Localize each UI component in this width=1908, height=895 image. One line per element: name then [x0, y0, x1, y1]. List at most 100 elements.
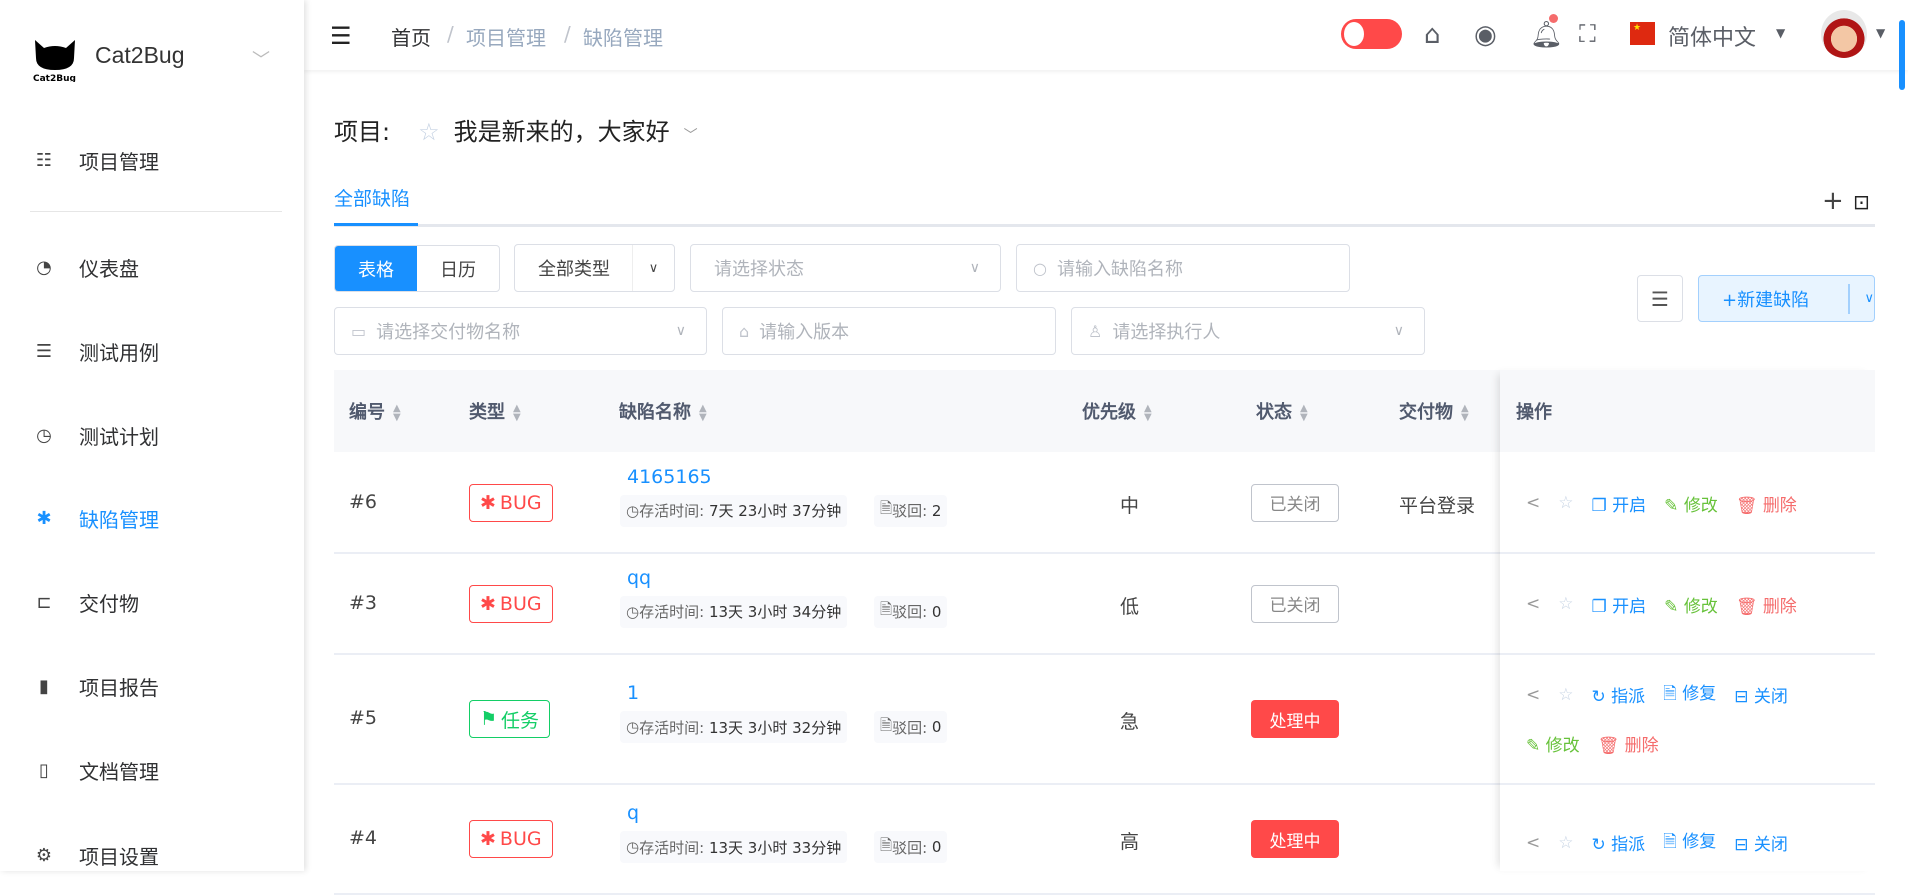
- sidebar-item-defects[interactable]: ✱ 缺陷管理: [0, 493, 304, 543]
- edit-icon: ✎: [1526, 736, 1541, 756]
- monitor-eye-icon[interactable]: ⊡: [1853, 190, 1870, 214]
- reject-count: 🗎︎ 驳回: 2: [874, 494, 948, 527]
- sidebar-item-dashboard[interactable]: ◔ 仪表盘: [0, 242, 304, 292]
- action-file-check[interactable]: 🗎︎ 修复: [1663, 827, 1716, 858]
- caret-down-icon[interactable]: ▼: [1876, 26, 1885, 40]
- chevron-down-icon[interactable]: ∨: [1864, 291, 1874, 306]
- star-icon[interactable]: ☆: [418, 118, 440, 146]
- sidebar-item-project[interactable]: ☷ 项目管理: [0, 135, 304, 185]
- actions-column: 操作: [1500, 370, 1875, 871]
- action-archive[interactable]: ⊟ 关闭: [1734, 682, 1788, 707]
- column-settings-button[interactable]: ☰: [1637, 275, 1683, 322]
- bug-icon: ✱: [480, 592, 496, 615]
- gear-icon: ⚙: [35, 844, 53, 866]
- share-icon[interactable]: <: [1526, 594, 1540, 614]
- chevron-down-icon[interactable]: ∨: [632, 245, 674, 291]
- new-defect-button[interactable]: +新建缺陷 ∨: [1698, 275, 1875, 322]
- fullscreen-icon[interactable]: ⛶: [1579, 20, 1596, 48]
- status-tag: 处理中: [1251, 700, 1339, 738]
- star-icon[interactable]: ☆: [1558, 685, 1573, 705]
- chevron-down-icon[interactable]: ﹀: [252, 46, 270, 72]
- breadcrumb-project[interactable]: 项目管理: [466, 22, 546, 51]
- action-copy[interactable]: ❐ 开启: [1592, 491, 1647, 516]
- defect-name-link[interactable]: q: [627, 802, 639, 824]
- action-edit[interactable]: ✎ 修改: [1664, 592, 1718, 617]
- col-id[interactable]: 编号 ▲ ▼: [349, 398, 401, 424]
- home-icon[interactable]: ⌂: [1424, 20, 1441, 50]
- deliverable-select[interactable]: ▭ 请选择交付物名称 ∨: [334, 307, 707, 355]
- project-name[interactable]: 我是新来的，大家好: [454, 118, 670, 146]
- view-table-button[interactable]: 表格: [335, 246, 417, 291]
- reject-count: 🗎︎ 驳回: 0: [874, 711, 948, 743]
- action-refresh[interactable]: ↻ 指派: [1592, 682, 1646, 707]
- version-input[interactable]: ⌂ 请输入版本: [722, 307, 1056, 355]
- bell-icon[interactable]: 🔔︎: [1530, 20, 1563, 50]
- file-check-icon: 🗎︎: [1663, 684, 1677, 704]
- language-select[interactable]: 简体中文: [1668, 20, 1756, 52]
- chevron-down-icon[interactable]: ﹀: [684, 128, 698, 144]
- dashboard-icon: ◔: [36, 256, 52, 278]
- refresh-icon: ↻: [1591, 835, 1606, 855]
- github-icon[interactable]: ◉: [1474, 20, 1497, 50]
- defect-name-search[interactable]: ○ 请输入缺陷名称: [1016, 244, 1350, 292]
- sidebar-item-label: 交付物: [79, 591, 139, 616]
- defect-name-link[interactable]: qq: [627, 567, 651, 589]
- hamburger-icon[interactable]: ☰: [330, 22, 352, 50]
- scrollbar[interactable]: [1899, 20, 1905, 90]
- action-file-check[interactable]: 🗎︎ 修复: [1663, 679, 1716, 710]
- breadcrumb-sep: /: [447, 22, 454, 46]
- share-icon[interactable]: <: [1526, 685, 1540, 705]
- action-trash[interactable]: 🗑︎ 删除: [1598, 731, 1659, 756]
- archive-icon: ⊟: [1734, 687, 1749, 707]
- col-priority[interactable]: 优先级 ▲ ▼: [1082, 398, 1152, 424]
- status-select[interactable]: 请选择状态 ∨: [690, 244, 1001, 292]
- type-select[interactable]: 全部类型 ∨: [514, 244, 675, 292]
- archive-icon: ⊟: [1734, 835, 1749, 855]
- defect-name-link[interactable]: 4165165: [627, 466, 712, 488]
- plus-icon[interactable]: +: [1822, 186, 1844, 216]
- type-tag: ⚑ 任务: [469, 700, 551, 738]
- sidebar-item-docs[interactable]: ▯ 文档管理: [0, 745, 304, 795]
- bar-chart-icon: ▮: [39, 675, 49, 697]
- action-edit[interactable]: ✎ 修改: [1664, 491, 1718, 516]
- col-status[interactable]: 状态 ▲ ▼: [1256, 398, 1308, 424]
- search-placeholder: 请输入缺陷名称: [1056, 259, 1183, 280]
- view-calendar-button[interactable]: 日历: [417, 246, 499, 291]
- action-edit[interactable]: ✎ 修改: [1526, 731, 1580, 756]
- action-copy[interactable]: ❐ 开启: [1592, 592, 1647, 617]
- sidebar-item-deliverables[interactable]: ⊏ 交付物: [0, 577, 304, 627]
- sidebar-item-settings[interactable]: ⚙ 项目设置: [0, 830, 304, 880]
- share-icon[interactable]: <: [1526, 493, 1540, 513]
- col-name[interactable]: 缺陷名称 ▲ ▼: [619, 398, 707, 424]
- assignee-select[interactable]: ♙ 请选择执行人 ∨: [1071, 307, 1425, 355]
- caret-down-icon[interactable]: ▼: [1776, 26, 1785, 40]
- col-type[interactable]: 类型 ▲ ▼: [469, 398, 521, 424]
- sidebar-item-label: 项目管理: [79, 149, 159, 174]
- defect-name-link[interactable]: 1: [627, 682, 639, 704]
- defect-id: #4: [349, 827, 378, 849]
- col-deliverable[interactable]: 交付物 ▲ ▼: [1399, 398, 1469, 424]
- tab-all-defects[interactable]: 全部缺陷: [334, 184, 410, 211]
- action-refresh[interactable]: ↻ 指派: [1592, 830, 1646, 855]
- theme-toggle[interactable]: [1341, 19, 1402, 49]
- avatar[interactable]: [1821, 10, 1867, 58]
- sidebar-item-reports[interactable]: ▮ 项目报告: [0, 661, 304, 711]
- chevron-down-icon: ∨: [675, 323, 686, 339]
- priority: 急: [1120, 711, 1140, 733]
- sidebar-item-label: 测试用例: [79, 340, 159, 365]
- alive-time: ◷ 存活时间: 13天 3小时 32分钟: [620, 711, 848, 743]
- breadcrumb-home[interactable]: 首页: [391, 22, 431, 51]
- share-icon[interactable]: <: [1526, 833, 1540, 853]
- defect-id: #5: [349, 707, 378, 729]
- sidebar-item-testplan[interactable]: ◷ 测试计划: [0, 410, 304, 460]
- action-trash[interactable]: 🗑︎ 删除: [1736, 491, 1797, 516]
- list-indent-icon: ☰: [1651, 286, 1669, 311]
- star-icon[interactable]: ☆: [1558, 493, 1573, 513]
- china-flag-icon: ★: [1630, 22, 1655, 45]
- cat-logo-icon: Cat2Bug: [33, 40, 76, 82]
- star-icon[interactable]: ☆: [1558, 594, 1573, 614]
- action-trash[interactable]: 🗑︎ 删除: [1736, 592, 1797, 617]
- action-archive[interactable]: ⊟ 关闭: [1734, 830, 1788, 855]
- sidebar-item-testcase[interactable]: ☰ 测试用例: [0, 326, 304, 376]
- star-icon[interactable]: ☆: [1558, 833, 1573, 853]
